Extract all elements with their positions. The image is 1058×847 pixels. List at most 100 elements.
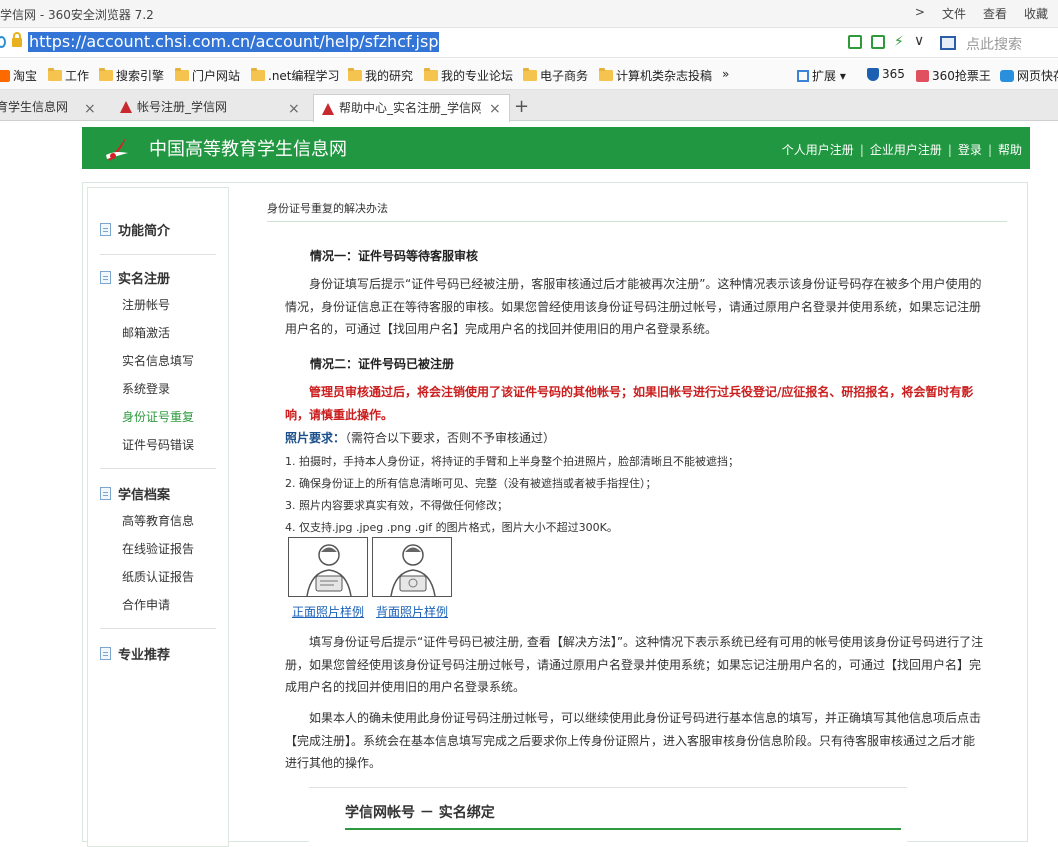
sidebar-item-higher-education[interactable]: 高等教育信息 — [122, 512, 194, 529]
tab-label: 帐号注册_学信网 — [137, 100, 228, 114]
front-photo-sample[interactable] — [288, 537, 368, 597]
xuexin-logo-icon[interactable] — [104, 135, 132, 163]
bookmark-folder-portal[interactable]: 门户网站 — [175, 67, 240, 84]
menu-expand[interactable]: > — [915, 5, 925, 22]
tab-xuexin-home[interactable]: 育学生信息网 — [0, 94, 76, 121]
sidebar-item-realname-info[interactable]: 实名信息填写 — [122, 352, 194, 369]
bookmark-folder-journals[interactable]: 计算机类杂志投稿 — [599, 67, 712, 84]
nav-help[interactable]: 帮助 — [998, 141, 1022, 158]
url-input[interactable]: https://account.chsi.com.cn/account/help… — [28, 32, 440, 52]
person-holding-id-icon — [306, 544, 352, 596]
web-page: 中国高等教育学生信息网 个人用户注册 | 企业用户注册 | 登录 | 帮助 功能… — [0, 122, 1058, 847]
sidebar-divider — [100, 628, 216, 629]
address-bar: https://account.chsi.com.cn/account/help… — [0, 27, 1058, 58]
sidebar-item-cooperation[interactable]: 合作申请 — [122, 596, 170, 613]
security-status-icon[interactable] — [0, 36, 6, 48]
bookmarks-bar: 淘宝 工作 搜索引擎 门户网站 .net编程学习 我的研究 我的专业论坛 电子商… — [0, 59, 1058, 90]
sidebar-section-title: 学信档案 — [118, 488, 171, 503]
search-input[interactable]: 点此搜索 — [966, 34, 1022, 54]
sidebar-section-title: 实名注册 — [118, 272, 171, 287]
tab-register[interactable]: 帐号注册_学信网 — [112, 94, 282, 121]
bookmark-label: 淘宝 — [13, 69, 38, 83]
nav-login[interactable]: 登录 — [958, 141, 982, 158]
speed-mode-icon[interactable]: ⚡ — [894, 35, 908, 49]
sidebar-item-register-account[interactable]: 注册帐号 — [122, 296, 170, 313]
bookmark-taobao[interactable]: 淘宝 — [0, 67, 37, 84]
site-header: 中国高等教育学生信息网 个人用户注册 | 企业用户注册 | 登录 | 帮助 — [82, 127, 1030, 169]
sidebar-section-intro[interactable]: 功能简介 — [100, 220, 170, 239]
address-actions: ⚡ — [848, 35, 908, 49]
lock-icon[interactable] — [12, 32, 22, 47]
toolbar-websave[interactable]: 网页快存 — [1000, 67, 1058, 84]
photo-rule-1: 1. 拍摄时，手持本人身份证，将持证的手臂和上半身整个拍进照片，脸部清晰且不能被… — [285, 455, 739, 468]
share-icon[interactable] — [871, 35, 885, 49]
document-icon — [100, 223, 111, 236]
tab-help-center[interactable]: 帮助中心_实名注册_学信网 — [313, 94, 510, 122]
bookmark-folder-work[interactable]: 工作 — [48, 67, 89, 84]
warning-text: 管理员审核通过后，将会注销使用了该证件号码的其他帐号；如果旧帐号进行过兵役登记/… — [285, 385, 974, 422]
case1-paragraph: 身份证填写后提示“证件号码已经被注册，客服审核通过后才能被再次注册”。这种情况表… — [285, 277, 982, 336]
bookmark-folder-search[interactable]: 搜索引擎 — [99, 67, 164, 84]
close-tab-icon[interactable]: × — [84, 101, 96, 117]
more-bookmarks-button[interactable]: » — [722, 67, 729, 81]
sidebar-item-paper-report[interactable]: 纸质认证报告 — [122, 568, 194, 585]
site-name[interactable]: 中国高等教育学生信息网 — [149, 135, 347, 161]
close-tab-icon[interactable]: × — [288, 101, 300, 117]
document-icon — [100, 271, 111, 284]
bookmark-label: 我的研究 — [365, 69, 414, 83]
sidebar-item-id-duplicate[interactable]: 身份证号重复 — [122, 408, 194, 425]
search-engine-icon[interactable] — [940, 36, 956, 50]
folder-icon — [424, 68, 438, 81]
nav-separator: | — [859, 142, 864, 157]
photo-rule-3: 3. 照片内容要求真实有效，不得做任何修改； — [285, 499, 508, 512]
sidebar-section-archive[interactable]: 学信档案 — [100, 484, 170, 503]
photo-requirement-note: （需符合以下要求，否则不予审核通过） — [345, 431, 556, 445]
folder-icon — [175, 68, 189, 81]
bookmark-folder-ecommerce[interactable]: 电子商务 — [523, 67, 588, 84]
photo-requirement-label: 照片要求： — [285, 431, 346, 445]
menu-favorites[interactable]: 收藏 — [1024, 5, 1048, 22]
sidebar-section-major-recommend[interactable]: 专业推荐 — [100, 644, 170, 663]
binding-divider — [345, 828, 901, 830]
help-article: 身份证号重复的解决办法 情况一：证件号码等待客服审核 身份证填写后提示“证件号码… — [235, 183, 1025, 847]
nav-personal-register[interactable]: 个人用户注册 — [782, 141, 854, 158]
reader-mode-icon[interactable] — [848, 35, 862, 49]
binding-title: 学信网帐号 － 实名绑定 — [345, 805, 495, 821]
browser-title-bar: 学信网 - 360安全浏览器 7.2 > 文件 查看 收藏 — [0, 0, 1058, 27]
help-sidebar: 功能简介 实名注册 注册帐号 邮箱激活 实名信息填写 系统登录 身份证号重复 证… — [87, 187, 229, 847]
address-dropdown-button[interactable]: ∨ — [914, 33, 924, 49]
case2-paragraph: 填写身份证号后提示“证件号码已被注册, 查看【解决方法】”。这种情况下表示系统已… — [285, 635, 984, 694]
bookmark-folder-forum[interactable]: 我的专业论坛 — [424, 67, 513, 84]
bookmark-folder-research[interactable]: 我的研究 — [348, 67, 413, 84]
bookmark-label: 计算机类杂志投稿 — [616, 69, 713, 83]
sidebar-divider — [100, 468, 216, 469]
toolbar-ticket[interactable]: 360抢票王 — [916, 67, 991, 84]
folder-icon — [48, 68, 62, 81]
menu-view[interactable]: 查看 — [983, 5, 1007, 22]
bookmark-folder-dotnet[interactable]: .net编程学习 — [251, 67, 340, 84]
sidebar-item-email-activation[interactable]: 邮箱激活 — [122, 324, 170, 341]
bookmark-label: 工作 — [65, 69, 90, 83]
extension-icon — [797, 69, 809, 82]
nav-enterprise-register[interactable]: 企业用户注册 — [870, 141, 942, 158]
menu-file[interactable]: 文件 — [942, 5, 966, 22]
toolbar-365[interactable]: 365 — [867, 67, 905, 81]
front-photo-link[interactable]: 正面照片样例 — [292, 603, 364, 620]
content-frame: 功能简介 实名注册 注册帐号 邮箱激活 实名信息填写 系统登录 身份证号重复 证… — [82, 182, 1028, 847]
bookmark-label: 电子商务 — [540, 69, 589, 83]
toolbar-label: 365 — [882, 67, 905, 81]
sidebar-section-realname[interactable]: 实名注册 — [100, 268, 170, 287]
close-tab-icon[interactable]: × — [489, 101, 501, 117]
toolbar-extensions[interactable]: 扩展 ▾ — [797, 67, 846, 84]
back-photo-sample[interactable] — [372, 537, 452, 597]
back-photo-link[interactable]: 背面照片样例 — [376, 603, 448, 620]
web-save-icon — [1000, 69, 1014, 82]
sidebar-item-id-error[interactable]: 证件号码错误 — [122, 436, 194, 453]
document-icon — [100, 487, 111, 500]
title-divider — [267, 221, 1007, 222]
sidebar-item-online-report[interactable]: 在线验证报告 — [122, 540, 194, 557]
sidebar-divider — [100, 254, 216, 255]
new-tab-button[interactable]: + — [514, 96, 529, 117]
sample-photos — [288, 537, 452, 597]
sidebar-item-system-login[interactable]: 系统登录 — [122, 380, 170, 397]
